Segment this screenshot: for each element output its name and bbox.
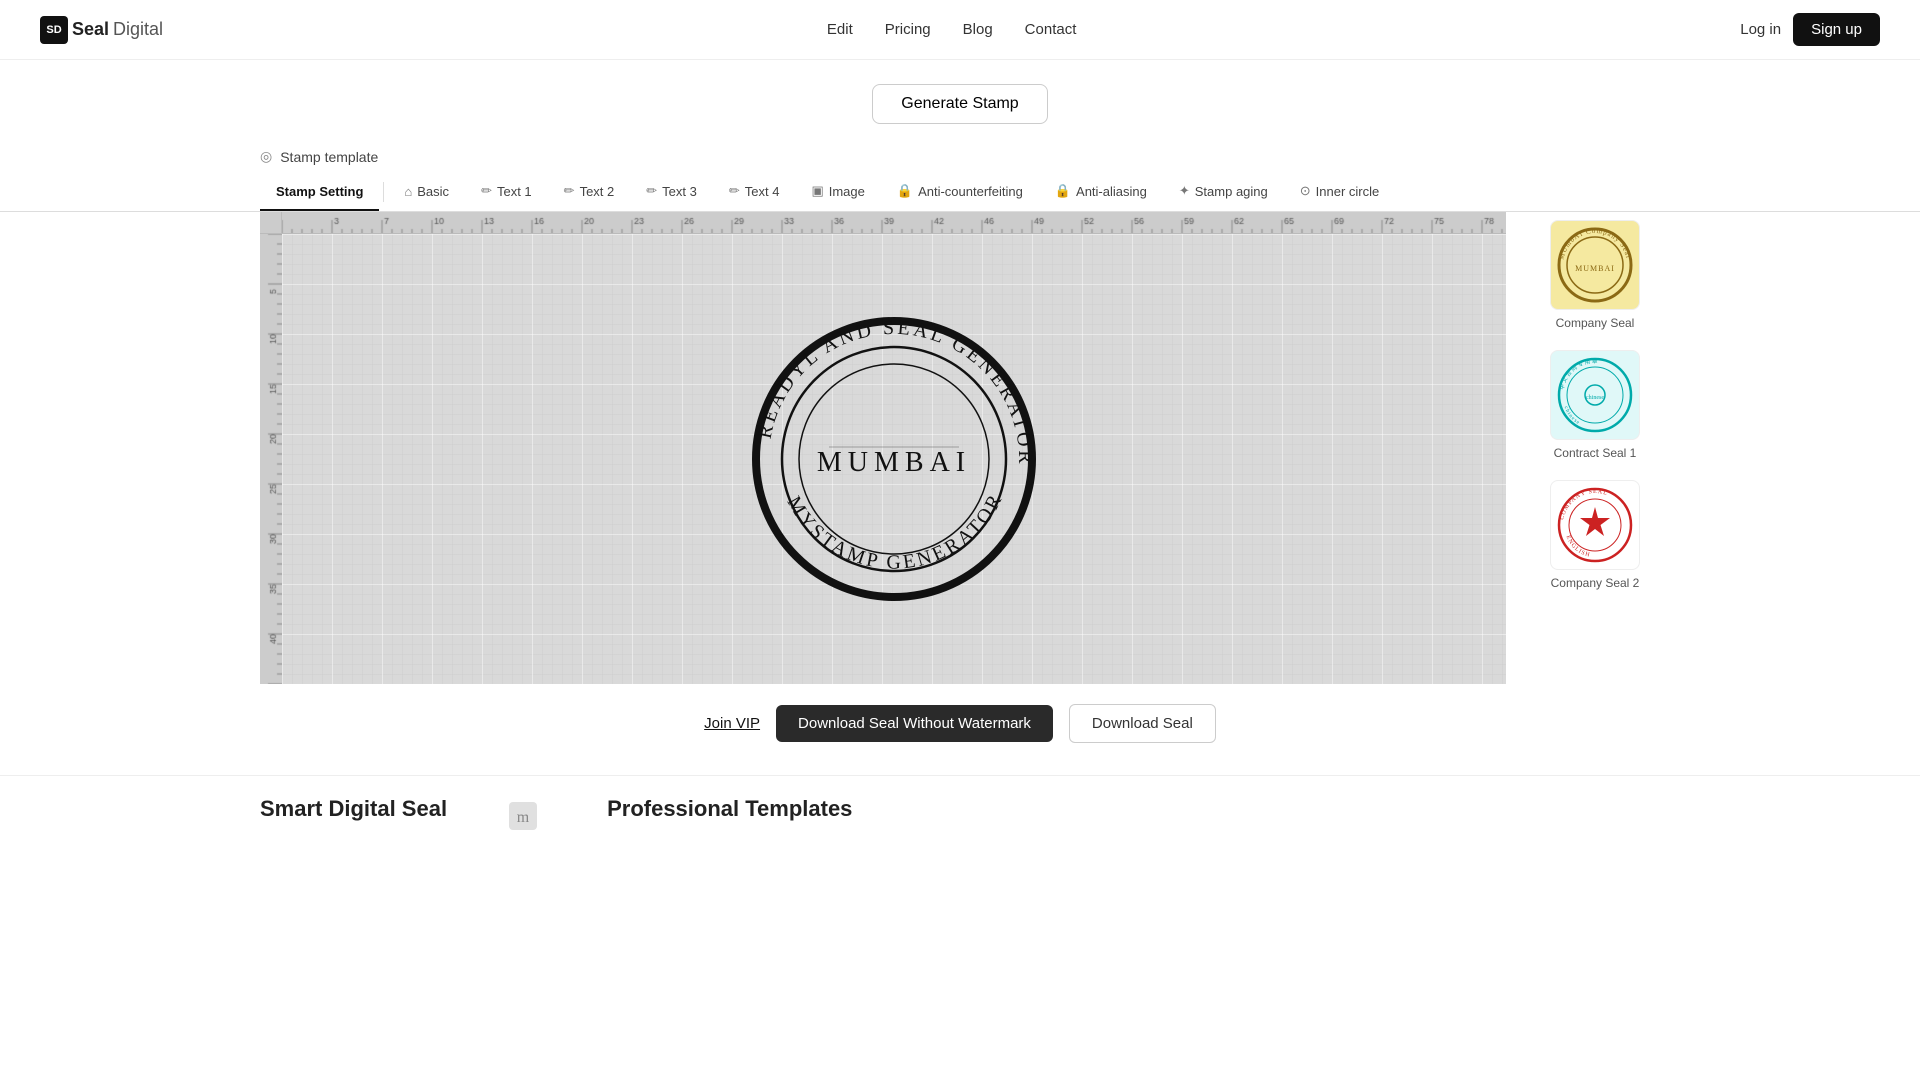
tab-text4-label: Text 4 [745,184,780,199]
logo[interactable]: SD Seal Digital [40,16,163,44]
login-button[interactable]: Log in [1740,21,1781,38]
svg-text:ENGLISH: ENGLISH [1565,535,1592,559]
signup-button[interactable]: Sign up [1793,13,1880,46]
generate-section: Generate Stamp [0,60,1920,140]
tab-text4[interactable]: ✏ Text 4 [713,173,796,211]
svg-text:m: m [517,809,530,826]
professional-templates-title: Professional Templates [607,796,852,822]
nav-contact[interactable]: Contact [1025,21,1077,38]
text3-icon: ✏ [646,183,657,199]
tab-text1[interactable]: ✏ Text 1 [465,173,548,211]
svg-text:chinese: chinese [1586,395,1604,401]
nav-auth: Log in Sign up [1740,13,1880,46]
nav-links: Edit Pricing Blog Contact [827,21,1076,38]
template-company-seal-name: Company Seal [1556,316,1635,330]
svg-text:MUMBAI: MUMBAI [1575,264,1615,273]
ruler-row [260,212,1506,234]
template-contract-seal-1-thumb: 中文合同专用章 chinese chinese [1550,350,1640,440]
tab-text2-label: Text 2 [580,184,615,199]
tab-basic[interactable]: ⌂ Basic [388,174,465,211]
main-content: READYL AND SEAL GENERATOR MYSTAMP GENERA… [0,212,1920,684]
anti-aliasing-icon: 🔒 [1055,183,1071,199]
anti-counterfeiting-icon: 🔒 [897,183,913,199]
stamp-container[interactable]: READYL AND SEAL GENERATOR MYSTAMP GENERA… [744,309,1044,609]
tab-anti-aliasing[interactable]: 🔒 Anti-aliasing [1039,173,1163,211]
template-contract-seal-1[interactable]: 中文合同专用章 chinese chinese Contract Seal 1 [1530,350,1660,460]
tab-anti-counterfeiting[interactable]: 🔒 Anti-counterfeiting [881,173,1039,211]
text2-icon: ✏ [564,183,575,199]
stamp-template-row: ◎ Stamp template [0,140,1920,173]
bottom-section: Smart Digital Seal m Professional Templa… [0,775,1920,852]
svg-text:COMPANY SEAL: COMPANY SEAL [1559,489,1608,520]
generate-stamp-button[interactable]: Generate Stamp [872,84,1047,124]
tab-stamp-setting-label: Stamp Setting [276,184,363,199]
logo-digital-text: Digital [113,19,163,40]
navbar: SD Seal Digital Edit Pricing Blog Contac… [0,0,1920,60]
text4-icon: ✏ [729,183,740,199]
template-company-seal-2[interactable]: COMPANY SEAL ENGLISH Company Seal 2 [1530,480,1660,590]
tab-inner-circle[interactable]: ⊙ Inner circle [1284,173,1395,211]
tab-basic-label: Basic [417,184,449,199]
tab-text1-label: Text 1 [497,184,532,199]
template-contract-seal-1-name: Contract Seal 1 [1554,446,1637,460]
logo-icon: SD [40,16,68,44]
image-icon: ▣ [811,183,823,199]
tab-text3-label: Text 3 [662,184,697,199]
bottom-right: Professional Templates [607,796,852,832]
tab-divider-0 [383,182,384,202]
tab-inner-circle-label: Inner circle [1316,184,1380,199]
download-section: Join VIP Download Seal Without Watermark… [0,684,1920,775]
logo-seal-text: Seal [72,19,109,40]
nav-blog[interactable]: Blog [963,21,993,38]
canvas-area[interactable]: READYL AND SEAL GENERATOR MYSTAMP GENERA… [282,234,1506,684]
join-vip-link[interactable]: Join VIP [704,715,760,732]
ruler-corner [260,212,282,234]
download-seal-button[interactable]: Download Seal [1069,704,1216,743]
template-company-seal[interactable]: MUmbAI Company Seal MUMBAI Company Seal [1530,220,1660,330]
tab-stamp-aging[interactable]: ✦ Stamp aging [1163,173,1284,211]
tab-anti-aliasing-label: Anti-aliasing [1076,184,1147,199]
ruler-top [282,212,1506,234]
svg-text:MYSTAMP GENERATOR: MYSTAMP GENERATOR [783,489,1008,574]
tab-stamp-aging-label: Stamp aging [1195,184,1268,199]
ruler-top-canvas [282,212,1506,234]
text1-icon: ✏ [481,183,492,199]
ruler-left-canvas [260,234,282,684]
template-sidebar: MUmbAI Company Seal MUMBAI Company Seal [1530,212,1660,610]
download-without-watermark-button[interactable]: Download Seal Without Watermark [776,705,1053,742]
bottom-svg-icon: m [507,800,539,832]
tab-anti-counterfeiting-label: Anti-counterfeiting [918,184,1023,199]
stamp-template-label: Stamp template [280,149,378,165]
tab-text3[interactable]: ✏ Text 3 [630,173,713,211]
template-company-seal-2-name: Company Seal 2 [1551,576,1640,590]
nav-edit[interactable]: Edit [827,21,853,38]
template-company-seal-thumb: MUmbAI Company Seal MUMBAI [1550,220,1640,310]
template-company-seal-2-thumb: COMPANY SEAL ENGLISH [1550,480,1640,570]
svg-text:MUMBAI: MUMBAI [817,447,971,478]
nav-pricing[interactable]: Pricing [885,21,931,38]
inner-circle-icon: ⊙ [1300,183,1311,199]
tab-text2[interactable]: ✏ Text 2 [548,173,631,211]
tab-image-label: Image [829,184,865,199]
smart-digital-seal-title: Smart Digital Seal [260,796,447,822]
svg-text:READYL AND SEAL GENERATOR: READYL AND SEAL GENERATOR [754,317,1036,467]
tab-image[interactable]: ▣ Image [795,173,880,211]
stamp-template-icon: ◎ [260,148,272,165]
tabs-bar: Stamp Setting ⌂ Basic ✏ Text 1 ✏ Text 2 … [0,173,1920,212]
bottom-icon: m [507,796,547,832]
tab-stamp-setting[interactable]: Stamp Setting [260,174,379,211]
ruler-left [260,234,282,684]
canvas-section: READYL AND SEAL GENERATOR MYSTAMP GENERA… [260,212,1506,684]
canvas-body: READYL AND SEAL GENERATOR MYSTAMP GENERA… [260,234,1506,684]
stamp-aging-icon: ✦ [1179,183,1190,199]
bottom-left: Smart Digital Seal [260,796,447,832]
stamp-svg: READYL AND SEAL GENERATOR MYSTAMP GENERA… [744,309,1044,609]
basic-icon: ⌂ [404,184,412,199]
